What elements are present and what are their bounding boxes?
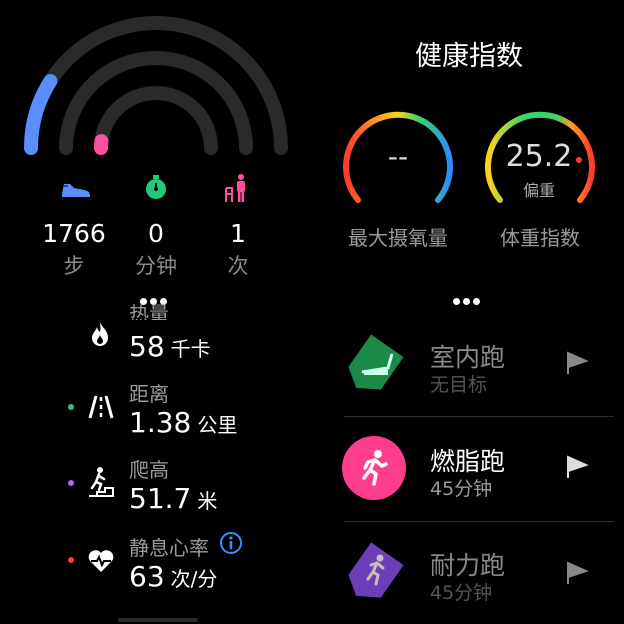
activity-panel: 1766 0 1 步 分钟 次 热量 58 千卡 距离 1.38 公里 爬高 51.… [0,0,312,624]
flame-icon [88,320,112,352]
exercise-ring-track [59,51,253,155]
exercise-minutes-value: 0 [148,219,164,248]
distance-value-row: 1.38 公里 [129,406,237,439]
stand-count-value: 1 [230,219,246,248]
calories-value-row: 58 千卡 [129,330,211,363]
more-dots-right[interactable] [451,290,481,309]
resting-heart-rate-unit: 次/分 [170,567,218,591]
distance-unit: 公里 [197,413,238,437]
climb-indicator-dot [68,480,74,486]
runner-icon [342,436,406,500]
bmi-marker-dot [576,157,582,163]
scroll-indicator [118,618,198,622]
stand-person-icon [218,172,258,202]
vo2max-label: 最大摄氧量 [348,226,448,250]
endurance-run-name: 耐力跑 [430,551,506,580]
indoor-run-name: 室内跑 [430,343,506,372]
resting-heart-rate-label: 静息心率 [129,536,209,560]
steps-value: 1766 [42,219,106,248]
workout-divider [344,416,614,417]
fat-burn-run-name: 燃脂跑 [430,447,506,476]
steps-unit: 步 [63,254,85,278]
flag-icon[interactable] [564,560,590,590]
fat-burn-run-sub: 45分钟 [430,478,493,500]
info-icon[interactable] [219,531,243,559]
indoor-run-sub: 无目标 [430,374,488,396]
climb-icon [87,466,115,502]
heart-rate-indicator-dot [68,557,74,563]
vo2max-value: -- [387,140,409,173]
climb-label: 爬高 [129,458,169,482]
road-icon [88,394,114,424]
calories-label: 热量 [129,302,169,320]
resting-heart-rate-value: 63 [129,560,165,593]
health-index-title: 健康指数 [415,41,523,72]
flag-icon[interactable] [564,350,590,380]
runner-icon [348,542,404,602]
exercise-unit: 分钟 [135,254,177,278]
calories-unit: 千卡 [170,337,211,361]
heart-pulse-icon [87,548,115,578]
stand-ring-track [94,86,218,155]
flag-icon[interactable] [564,454,590,484]
stand-unit: 次 [227,254,249,278]
endurance-run-sub: 45分钟 [430,582,493,604]
shoe-icon [56,174,96,204]
calories-value: 58 [129,330,165,363]
steps-ring-progress [24,74,58,155]
climb-unit: 米 [197,489,218,513]
distance-value: 1.38 [129,406,192,439]
bmi-value: 25.2 [505,139,573,174]
stopwatch-icon [136,172,176,202]
climb-value: 51.7 [129,482,192,515]
bmi-label: 体重指数 [500,226,580,250]
distance-indicator-dot [68,404,74,410]
heart-rate-value-row: 63 次/分 [129,560,217,593]
distance-label: 距离 [129,382,169,406]
climb-value-row: 51.7 米 [129,482,217,515]
bmi-status: 偏重 [522,181,555,200]
activity-rings[interactable] [0,0,312,180]
workout-divider [344,521,614,522]
treadmill-icon [348,334,404,394]
